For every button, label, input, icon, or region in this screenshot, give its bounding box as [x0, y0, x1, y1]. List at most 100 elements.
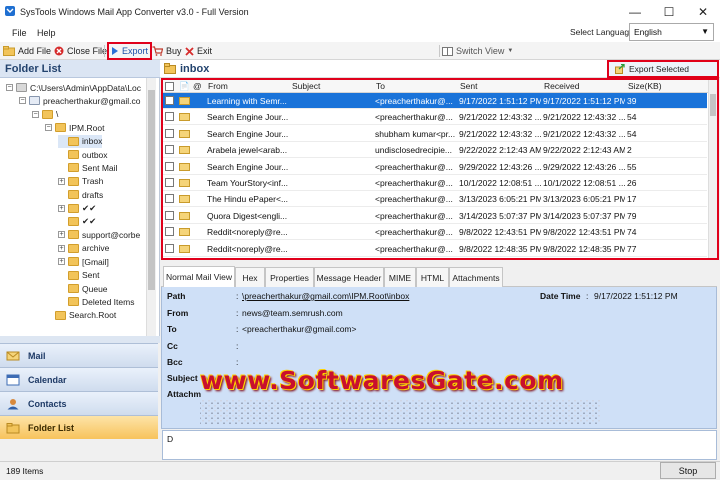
column-size[interactable]: Size(KB) — [628, 81, 662, 91]
tree-item[interactable]: inbox — [58, 134, 103, 148]
tree-item[interactable]: + [Gmail] — [58, 255, 109, 268]
tree-expander-icon[interactable]: + — [58, 244, 65, 252]
envelope-icon — [179, 244, 190, 253]
message-list-scrollbar[interactable] — [708, 80, 717, 258]
column-subject[interactable]: Subject — [292, 81, 320, 91]
message-row[interactable]: Quora Digest<engli... <preacherthakur@...… — [163, 208, 707, 224]
tab-mime[interactable]: MIME — [384, 267, 416, 287]
export-button[interactable]: Export — [107, 42, 153, 60]
tab-normal-mail-view[interactable]: Normal Mail View — [163, 266, 235, 287]
row-checkbox[interactable] — [165, 243, 174, 253]
row-checkbox[interactable] — [165, 145, 174, 155]
tab-attachments[interactable]: Attachments — [449, 267, 503, 287]
row-checkbox[interactable] — [165, 178, 174, 187]
row-checkbox[interactable] — [165, 161, 174, 171]
tree-item[interactable]: Sent Mail — [58, 161, 117, 174]
column-sent[interactable]: Sent — [460, 81, 478, 91]
row-checkbox[interactable] — [165, 128, 174, 138]
column-received[interactable]: Received — [544, 81, 579, 91]
tab-properties[interactable]: Properties — [265, 267, 314, 287]
tree-expander-icon[interactable]: − — [6, 84, 13, 91]
switch-view-button[interactable]: Switch View ▼ — [442, 44, 513, 58]
cell-to: <preacherthakur@... — [375, 210, 453, 221]
tree-expander-icon[interactable]: − — [19, 97, 26, 105]
message-row[interactable]: Reddit<noreply@re... <preacherthakur@... 9… — [163, 224, 707, 241]
tree-item[interactable]: Search.Root — [45, 309, 116, 322]
select-all-checkbox[interactable] — [165, 82, 174, 91]
tree-item[interactable]: + support@corbe — [58, 228, 140, 241]
maximize-button[interactable]: ☐ — [652, 0, 686, 24]
row-checkbox[interactable] — [165, 96, 174, 105]
tree-expander-icon[interactable]: + — [58, 204, 65, 212]
cell-to: undisclosedrecipie... — [375, 145, 453, 156]
tree-item[interactable]: − C:\Users\Admin\AppData\Loc — [6, 81, 141, 94]
message-row[interactable]: Learning with Semr... <preacherthakur@...… — [163, 93, 707, 109]
column-to[interactable]: To — [376, 81, 385, 91]
tree-item-label: ✔✔ — [82, 216, 97, 226]
folder-tree-scrollbar[interactable] — [146, 78, 156, 336]
cell-received: 9/8/2022 12:48:35 PM — [543, 243, 625, 254]
tree-item[interactable]: + archive — [58, 242, 109, 255]
folder-icon — [68, 136, 79, 146]
tree-item[interactable]: − \ — [32, 108, 58, 121]
tree-item[interactable]: Deleted Items — [58, 295, 134, 308]
folder-icon — [29, 96, 40, 106]
tree-item[interactable]: Sent — [58, 269, 100, 282]
tree-item-label: Deleted Items — [82, 296, 135, 307]
path-value[interactable]: \preacherthakur@gmail.com\IPM.Root\inbox — [242, 291, 409, 301]
tree-expander-icon[interactable]: − — [32, 110, 39, 118]
tab-html[interactable]: HTML — [416, 267, 449, 287]
message-row[interactable]: Search Engine Jour... <preacherthakur@...… — [163, 159, 707, 175]
nav-mail-button[interactable]: Mail — [0, 343, 158, 367]
tree-expander-icon[interactable]: + — [58, 177, 65, 185]
tree-item[interactable]: outbox — [58, 148, 108, 161]
tree-item[interactable]: + ✔✔ — [58, 202, 96, 215]
message-row[interactable]: The Hindu ePaper<... <preacherthakur@... 3… — [163, 191, 707, 208]
tree-expander-icon[interactable]: + — [58, 258, 65, 266]
menu-help[interactable]: Help — [37, 28, 56, 38]
language-select[interactable]: English ▼ — [629, 23, 714, 41]
buy-button[interactable]: Buy — [150, 44, 184, 58]
mail-body-text: D — [167, 434, 174, 444]
close-window-button[interactable]: ✕ — [686, 0, 720, 24]
scrollbar-thumb[interactable] — [148, 90, 155, 290]
close-file-button[interactable]: Close File — [52, 44, 109, 58]
message-row[interactable]: Team YourStory<inf... <preacherthakur@...… — [163, 175, 707, 191]
export-selected-button[interactable]: Export Selected — [607, 60, 719, 78]
message-row[interactable]: Reddit<noreply@re... <preacherthakur@... 9… — [163, 241, 707, 257]
nav-contacts-button[interactable]: Contacts — [0, 391, 158, 415]
nav-folder-list-button[interactable]: Folder List — [0, 415, 158, 439]
tab-message-header[interactable]: Message Header — [314, 267, 384, 287]
stop-button[interactable]: Stop — [660, 462, 716, 479]
panel-splitter[interactable] — [0, 336, 160, 343]
nav-calendar-button[interactable]: Calendar — [0, 367, 158, 391]
menu-file[interactable]: File — [12, 28, 27, 38]
minimize-button[interactable]: — — [618, 0, 652, 24]
tree-expander-icon[interactable]: − — [45, 124, 52, 132]
message-row[interactable]: Search Engine Jour... shubham kumar<pr...… — [163, 126, 707, 142]
message-row[interactable]: Arabela jewel<arab... undisclosedrecipie.… — [163, 142, 707, 159]
row-checkbox[interactable] — [165, 112, 174, 122]
column-from[interactable]: From — [208, 81, 228, 91]
tree-item[interactable]: Queue — [58, 282, 108, 295]
envelope-icon — [179, 146, 190, 155]
tree-item[interactable]: ✔✔ — [58, 215, 96, 228]
folder-tree[interactable]: − C:\Users\Admin\AppData\Loc − preacherthak… — [0, 78, 160, 336]
row-checkbox[interactable] — [165, 210, 174, 220]
mail-body[interactable]: D — [162, 430, 717, 460]
row-checkbox[interactable] — [165, 227, 174, 237]
tree-item[interactable]: − IPM.Root — [45, 121, 104, 134]
row-checkbox[interactable] — [165, 194, 174, 204]
scrollbar-thumb[interactable] — [710, 94, 716, 116]
message-list[interactable]: 📄 @ From Subject To Sent Received Size(K… — [161, 78, 719, 260]
add-file-button[interactable]: Add File — [1, 44, 53, 58]
message-row[interactable]: Search Engine Jour... <preacherthakur@...… — [163, 109, 707, 126]
window-title: SysTools Windows Mail App Converter v3.0… — [20, 7, 249, 17]
tree-expander-icon[interactable]: + — [58, 231, 65, 239]
tree-item[interactable]: + Trash — [58, 175, 103, 188]
tab-hex[interactable]: Hex — [235, 267, 265, 287]
tree-item[interactable]: − preacherthakur@gmail.co — [19, 94, 140, 107]
tree-item[interactable]: drafts — [58, 188, 103, 201]
exit-button[interactable]: Exit — [183, 44, 214, 58]
cell-from: Search Engine Jour... — [207, 128, 289, 139]
